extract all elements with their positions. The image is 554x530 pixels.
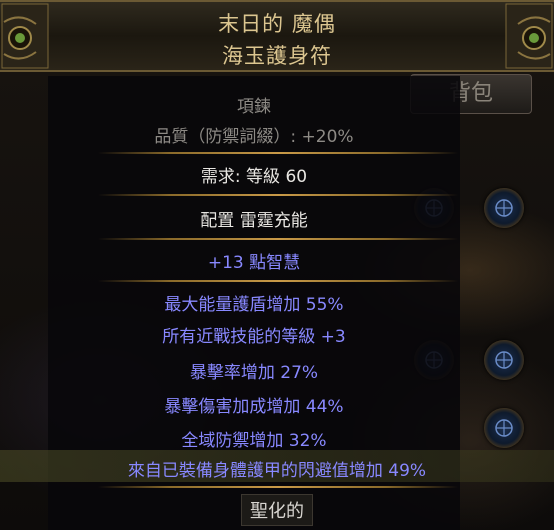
quality-line: 品質（防禦詞綴）: +20% [48,122,460,147]
explicit-mod: 來自已裝備身體護甲的閃避值增加 49% [127,461,427,481]
rune-socket-5[interactable] [484,408,524,448]
separator [98,238,458,240]
item-name: 末日的 魔偶 [218,12,336,36]
separator [98,280,458,282]
separator [98,194,458,196]
status-label: 聖化的 [241,494,313,526]
explicit-mod: 最大能量護盾增加 55% [164,295,344,315]
explicit-mod: 全域防禦增加 32% [181,431,327,451]
implicit-mod-1: 配置 雷霆充能 [200,211,308,231]
rune-icon [495,351,513,369]
rune-socket-4[interactable] [484,340,524,380]
item-header: 末日的 魔偶 海玉護身符 [0,0,554,72]
requirement-line: 需求: 等級 60 [200,167,308,187]
rune-socket-2[interactable] [484,188,524,228]
item-class: 項鍊 [237,97,271,117]
sanctified-status: 聖化的 [0,494,554,526]
explicit-mod: 暴擊率增加 27% [189,363,319,383]
rune-icon [495,419,513,437]
explicit-mod: 所有近戰技能的等級 +3 [162,327,346,347]
rune-icon [495,199,513,217]
quality-text: 品質（防禦詞綴）: +20% [154,127,354,147]
separator [98,486,458,488]
explicit-mod: 暴擊傷害加成增加 44% [164,397,344,417]
item-base-type: 海玉護身符 [222,44,332,68]
implicit-mod-2: +13 點智慧 [207,253,301,273]
separator [98,152,458,154]
